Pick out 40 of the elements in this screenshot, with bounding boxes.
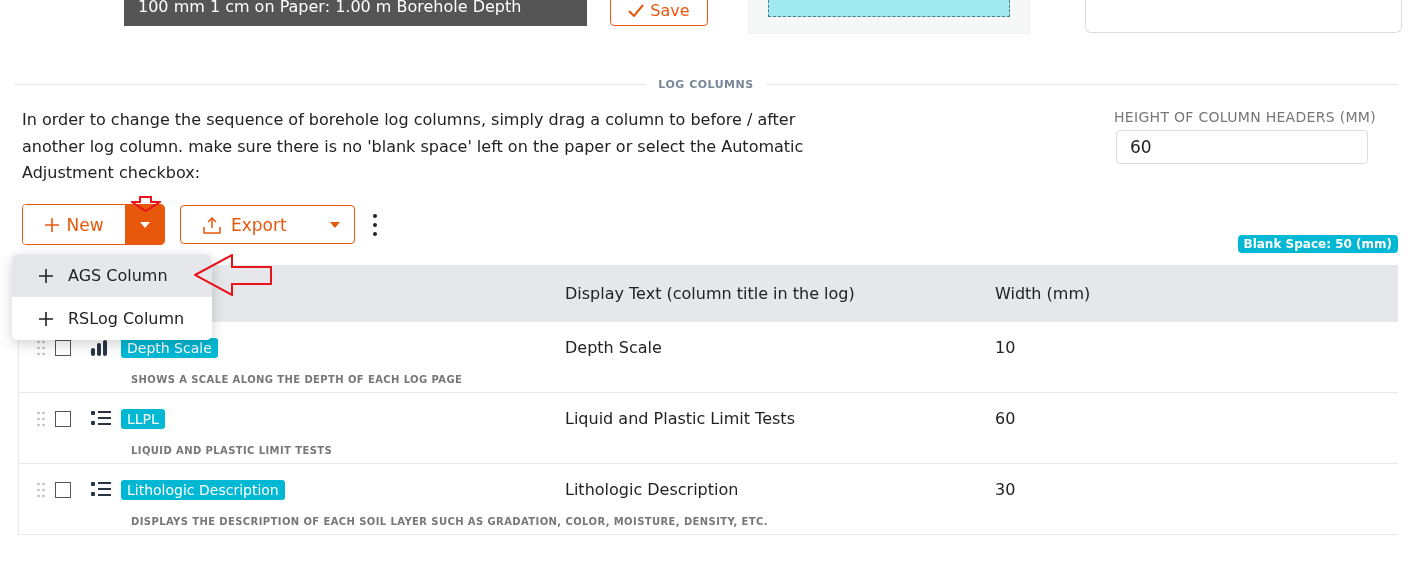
table-cell-text: 30 <box>995 478 1017 501</box>
check-icon <box>628 3 645 17</box>
drag-handle-icon[interactable] <box>37 481 45 498</box>
menu-item[interactable]: AGS Column <box>12 254 212 297</box>
row-checkbox[interactable] <box>55 410 71 427</box>
plus-icon <box>38 267 54 284</box>
table-cell-text: Liquid and Plastic Limit Tests <box>565 407 796 430</box>
column-tag: LLPL <box>121 408 165 429</box>
upload-icon <box>203 215 221 234</box>
table-cell-text: Depth Scale <box>565 336 663 359</box>
save-button[interactable]: Save <box>610 0 708 26</box>
more-icon[interactable] <box>373 213 377 236</box>
plus-icon <box>44 216 61 233</box>
column-header: Width (mm) <box>995 283 1092 303</box>
caret-icon <box>139 221 150 228</box>
drag-handle-icon[interactable] <box>37 410 45 427</box>
down-arrow-drawing <box>131 196 161 212</box>
caret-icon <box>330 221 340 228</box>
drag-handle-icon[interactable] <box>37 339 45 356</box>
column-tag: Lithologic Description <box>121 479 285 500</box>
table-cell-text: 60 <box>995 407 1017 430</box>
bar-chart-icon <box>91 339 109 356</box>
menu-item[interactable]: RSLog Column <box>12 297 212 340</box>
column-description: SHOWS A SCALE ALONG THE DEPTH OF EACH LOG PAGE <box>131 373 463 386</box>
table-cell-text: 10 <box>995 336 1017 359</box>
input-field[interactable]: 60 <box>1116 130 1368 164</box>
scale-banner: 100 mm 1 cm on Paper: 1.00 m Borehole Depth <box>124 0 587 26</box>
column-header: Display Text (column title in the log) <box>565 283 856 303</box>
column-description: DISPLAYS THE DESCRIPTION OF EACH SOIL LAYER SUCH AS GRADATION, COLOR, MOISTURE, DENSITY, ETC. <box>131 515 768 528</box>
row-checkbox[interactable] <box>55 481 71 498</box>
export-button[interactable]: Export <box>180 205 355 244</box>
instructions-text: In order to change the sequence of borehole log columns, simply drag a column to before / after another log column. make sure there is no 'blank space' left on the paper or select the Automatic Adjustment checkbox: <box>22 109 805 184</box>
plus-icon <box>38 310 54 327</box>
field-label: HEIGHT OF COLUMN HEADERS (MM) <box>1114 109 1377 125</box>
column-description: LIQUID AND PLASTIC LIMIT TESTS <box>131 444 333 457</box>
list-icon <box>91 481 111 498</box>
list-icon <box>91 410 111 427</box>
table-cell-text: Lithologic Description <box>565 478 740 501</box>
blank-space-badge: Blank Space: 50 (mm) <box>1237 234 1398 253</box>
section-title: LOG COLUMNS <box>658 78 754 91</box>
